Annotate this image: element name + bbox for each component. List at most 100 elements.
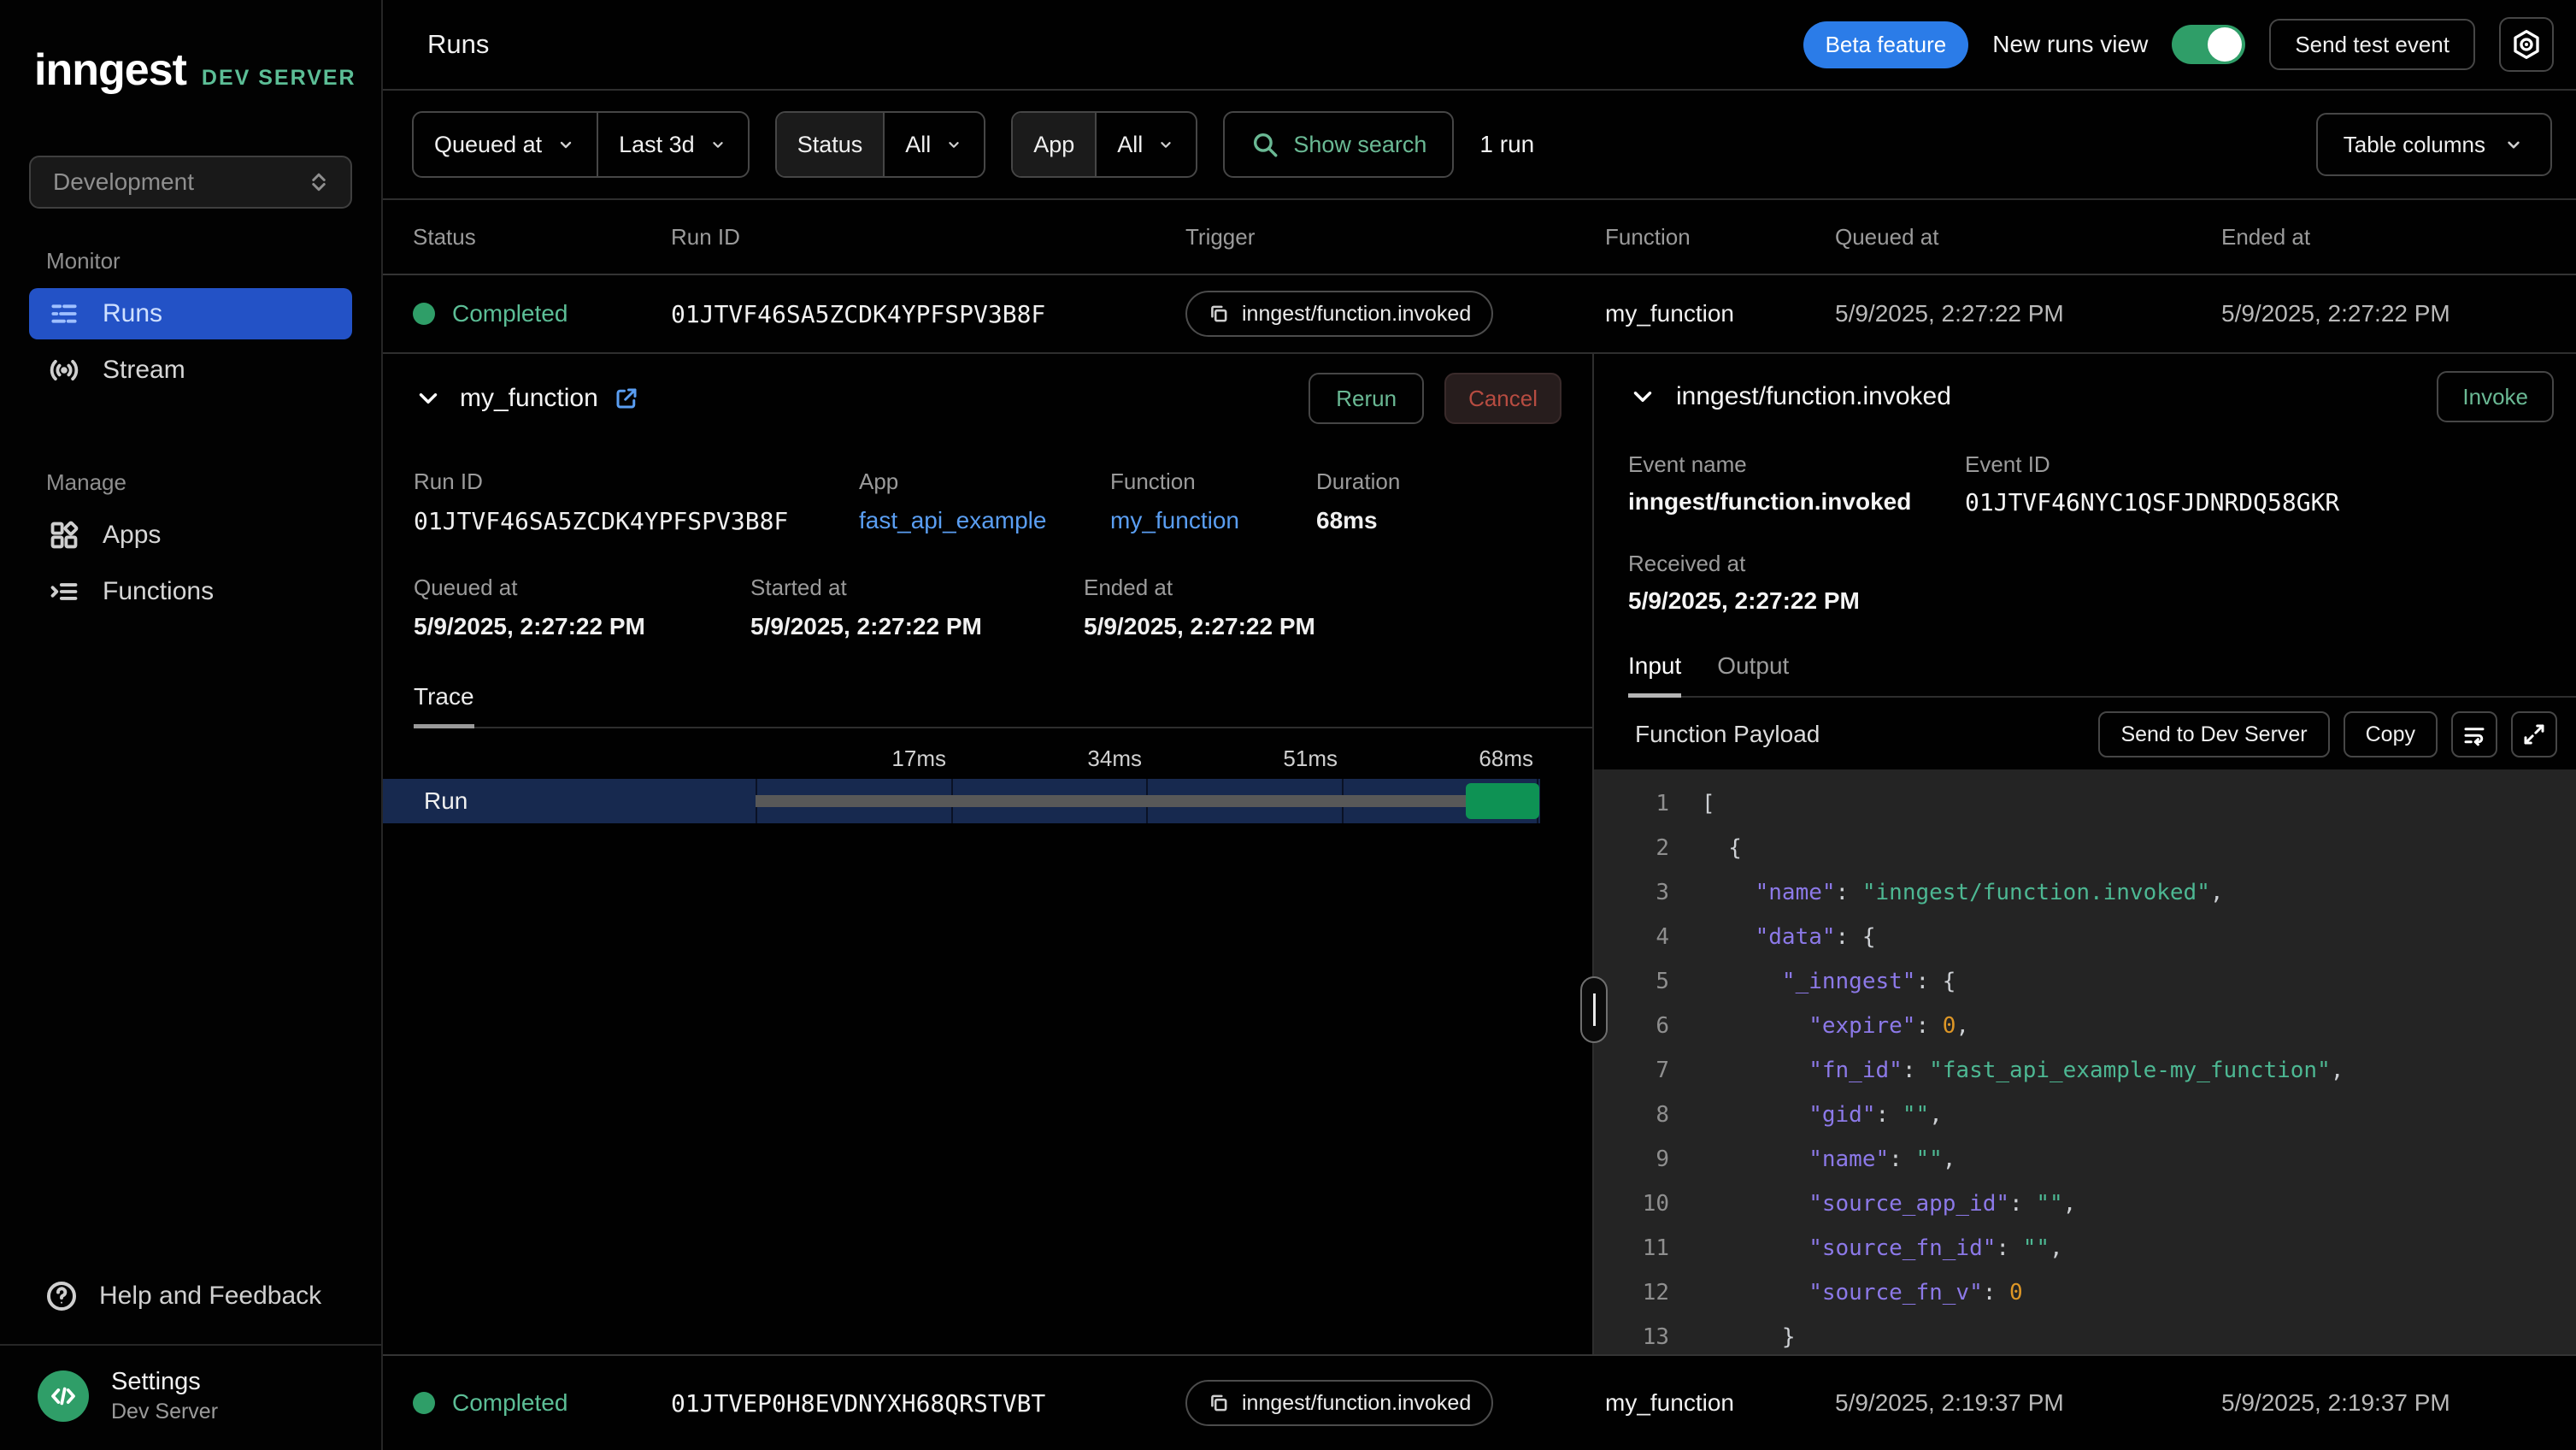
toggle-knob [2208,27,2242,62]
help-and-feedback-label: Help and Feedback [99,1282,321,1311]
dev-server-badge: DEV SERVER [202,66,356,91]
table-row[interactable]: Completed 01JTVEP0H8EVDNYXH68QRSTVBT inn… [383,1354,2576,1450]
ended-at-field: Ended at 5/9/2025, 2:27:22 PM [1084,575,1561,640]
code-line: 3 "name": "inngest/function.invoked", [1594,870,2576,915]
tab-output[interactable]: Output [1717,652,1789,698]
trigger-badge[interactable]: inngest/function.invoked [1185,291,1493,337]
sidebar-item-functions[interactable]: Functions [29,566,352,617]
trace-duration-track [756,795,1538,807]
column-header-function[interactable]: Function [1605,224,1835,251]
table-row[interactable]: Completed 01JTVF46SA5ZCDK4YPFSPV3B8F inn… [383,275,2576,352]
run-id-field: Run ID 01JTVF46SA5ZCDK4YPFSPV3B8F [414,469,859,535]
event-copy-icon [1208,1392,1230,1414]
ended-at-cell: 5/9/2025, 2:19:37 PM [2221,1389,2576,1417]
time-field-dropdown[interactable]: Queued at [414,113,597,176]
queued-at-field: Queued at 5/9/2025, 2:27:22 PM [414,575,750,640]
collapse-chevron-icon[interactable] [1628,382,1657,411]
event-id-field: Event ID 01JTVF46NYC1QSFJDNRDQ58GKR [1965,451,2554,516]
help-icon [44,1279,79,1313]
environment-select[interactable]: Development [29,156,352,209]
tick-label: 34ms [951,746,1147,772]
word-wrap-icon [2461,722,2487,747]
code-line: 1[ [1594,781,2576,826]
trigger-badge[interactable]: inngest/function.invoked [1185,1380,1493,1426]
sidebar-nav: Monitor Runs Stream Manage [0,248,381,1279]
new-runs-view-toggle[interactable] [2172,25,2245,64]
collapse-chevron-icon[interactable] [414,384,443,413]
started-at-field: Started at 5/9/2025, 2:27:22 PM [750,575,1084,640]
external-link-icon[interactable] [614,386,639,411]
column-header-run-id[interactable]: Run ID [671,224,1185,251]
queued-at-cell: 5/9/2025, 2:19:37 PM [1835,1389,2221,1417]
column-header-queued-at[interactable]: Queued at [1835,224,2221,251]
invoke-button[interactable]: Invoke [2437,371,2554,422]
column-header-ended-at[interactable]: Ended at [2221,224,2576,251]
column-header-trigger[interactable]: Trigger [1185,224,1605,251]
tab-input[interactable]: Input [1628,652,1681,698]
rerun-button[interactable]: Rerun [1309,373,1424,424]
sidebar-item-apps[interactable]: Apps [29,510,352,561]
chevron-down-icon [556,134,576,155]
word-wrap-button[interactable] [2451,711,2497,757]
run-count: 1 run [1479,131,1534,158]
expand-button[interactable] [2511,711,2557,757]
event-panel: inngest/function.invoked Invoke Event na… [1594,354,2576,1354]
expanded-run-detail: my_function Rerun Cancel Run ID 01JTVF46… [383,352,2576,1354]
main-content: Runs Beta feature New runs view Send tes… [383,0,2576,1450]
chevron-down-icon [944,135,963,154]
app-filter-dropdown[interactable]: All [1097,113,1196,176]
payload-actions: Send to Dev Server Copy [2098,711,2557,757]
search-icon [1250,130,1279,159]
sidebar-item-stream[interactable]: Stream [29,345,352,396]
sidebar-item-runs[interactable]: Runs [29,288,352,339]
show-search-button[interactable]: Show search [1223,111,1454,178]
trace-run-span[interactable] [1466,783,1539,819]
column-header-status[interactable]: Status [413,224,671,251]
status-filter-dropdown[interactable]: All [885,113,984,176]
time-range-dropdown[interactable]: Last 3d [598,113,748,176]
functions-icon [48,575,80,608]
time-filter: Queued at Last 3d [412,111,750,178]
code-line: 9 "name": "", [1594,1137,2576,1182]
cancel-button[interactable]: Cancel [1444,373,1561,424]
code-line: 2 { [1594,826,2576,870]
sidebar-item-functions-label: Functions [103,577,214,606]
event-meta: Event name inngest/function.invoked Even… [1628,451,2554,615]
table-columns-button[interactable]: Table columns [2316,113,2552,176]
run-detail-title: my_function [460,384,598,413]
line-number: 8 [1594,1093,1669,1137]
settings-row[interactable]: Settings Dev Server [0,1344,381,1450]
time-range-label: Last 3d [619,132,695,158]
payload-code-editor[interactable]: 1[2 {3 "name": "inngest/function.invoked… [1594,769,2576,1354]
expand-icon [2521,722,2547,747]
send-to-dev-server-button[interactable]: Send to Dev Server [2098,711,2329,757]
code-line: 12 "source_fn_v": 0 [1594,1270,2576,1315]
help-and-feedback[interactable]: Help and Feedback [44,1279,352,1313]
app-field: App fast_api_example [859,469,1110,535]
status-dot-completed [413,1392,435,1414]
copy-button[interactable]: Copy [2344,711,2438,757]
status-filter-label: Status [777,113,884,176]
send-test-event-button[interactable]: Send test event [2269,19,2475,70]
sidebar-bottom: Help and Feedback Settings Dev Server [0,1279,381,1450]
code-line: 8 "gid": "", [1594,1093,2576,1137]
line-number: 11 [1594,1226,1669,1270]
event-copy-icon [1208,303,1230,325]
panel-resize-handle[interactable] [1580,976,1608,1043]
settings-gear-button[interactable] [2499,17,2554,72]
new-runs-view-label: New runs view [1992,31,2148,58]
code-line: 10 "source_app_id": "", [1594,1182,2576,1226]
settings-title: Settings [111,1368,218,1396]
run-meta-row-1: Run ID 01JTVF46SA5ZCDK4YPFSPV3B8F App fa… [414,469,1561,535]
inngest-logo: inngest [34,44,186,96]
line-number: 12 [1594,1270,1669,1315]
tab-trace[interactable]: Trace [414,683,474,728]
payload-tabs: Input Output [1628,652,2576,698]
trace-run-row[interactable]: Run [383,779,1540,823]
run-detail-header: my_function Rerun Cancel [414,373,1561,424]
function-link[interactable]: my_function [1110,507,1316,534]
apps-icon [48,519,80,551]
received-at-value: 5/9/2025, 2:27:22 PM [1628,587,2554,615]
app-link[interactable]: fast_api_example [859,507,1110,534]
queued-at-cell: 5/9/2025, 2:27:22 PM [1835,300,2221,327]
